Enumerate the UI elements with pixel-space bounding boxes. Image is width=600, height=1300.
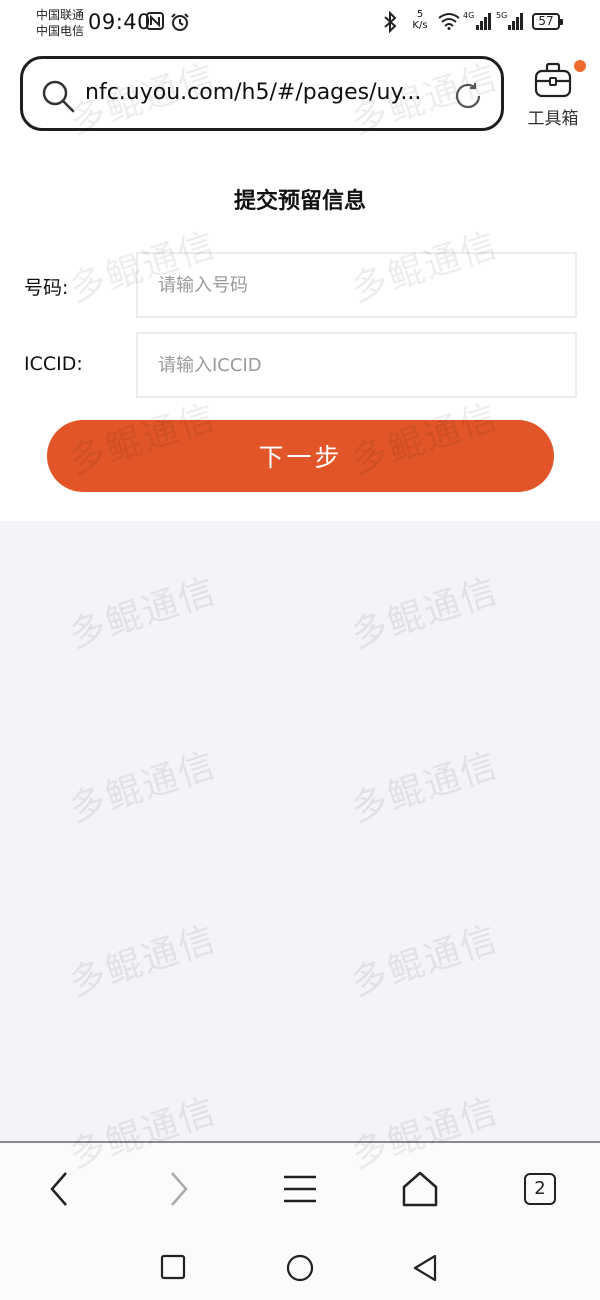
network-speed: 5 K/s (408, 9, 432, 31)
back-system-icon[interactable] (412, 1254, 438, 1282)
toolbox-label: 工具箱 (527, 109, 579, 129)
address-bar[interactable]: nfc.uyou.com/h5/#/pages/uy... (20, 56, 504, 131)
tab-count: 2 (534, 1178, 546, 1199)
refresh-icon[interactable] (453, 81, 483, 111)
iccid-input[interactable] (136, 332, 577, 398)
signal-icon-2 (508, 13, 523, 30)
notification-dot (574, 60, 586, 72)
status-bar: 中国联通 中国电信 09:40 5 K/s 4G 5G 57 (0, 0, 600, 46)
recents-icon[interactable] (160, 1254, 186, 1280)
carrier-info: 中国联通 中国电信 (36, 7, 84, 39)
clock: 09:40 (88, 10, 152, 34)
forward-icon[interactable] (164, 1169, 194, 1209)
signal-icon-1 (476, 13, 491, 30)
battery-level: 57 (538, 14, 554, 28)
home-system-icon[interactable] (286, 1254, 314, 1282)
system-nav-bar (0, 1236, 600, 1300)
browser-bottom-nav: 2 (0, 1141, 600, 1236)
battery-icon: 57 (532, 13, 563, 30)
toolbox-icon (534, 62, 572, 98)
next-step-button[interactable]: 下一步 (47, 420, 554, 492)
tabs-count-button[interactable]: 2 (524, 1173, 556, 1205)
phone-input[interactable] (136, 252, 577, 318)
speed-value: 5 (416, 9, 424, 20)
back-icon[interactable] (44, 1169, 74, 1209)
page-title: 提交预留信息 (233, 189, 366, 214)
menu-icon[interactable] (280, 1169, 320, 1209)
wifi-icon (438, 13, 460, 30)
iccid-label: ICCID: (24, 353, 83, 375)
empty-content-area (0, 521, 600, 1141)
phone-label: 号码: (24, 277, 69, 299)
carrier-2: 中国电信 (36, 24, 85, 38)
url-text[interactable]: nfc.uyou.com/h5/#/pages/uy... (85, 80, 435, 105)
home-icon[interactable] (400, 1169, 440, 1209)
carrier-1: 中国联通 (36, 8, 85, 22)
nfc-icon (146, 12, 164, 30)
search-icon (42, 80, 75, 113)
alarm-icon (171, 13, 189, 31)
speed-unit: K/s (412, 20, 428, 31)
bluetooth-icon (384, 11, 397, 33)
toolbox-button[interactable]: 工具箱 (520, 60, 586, 130)
